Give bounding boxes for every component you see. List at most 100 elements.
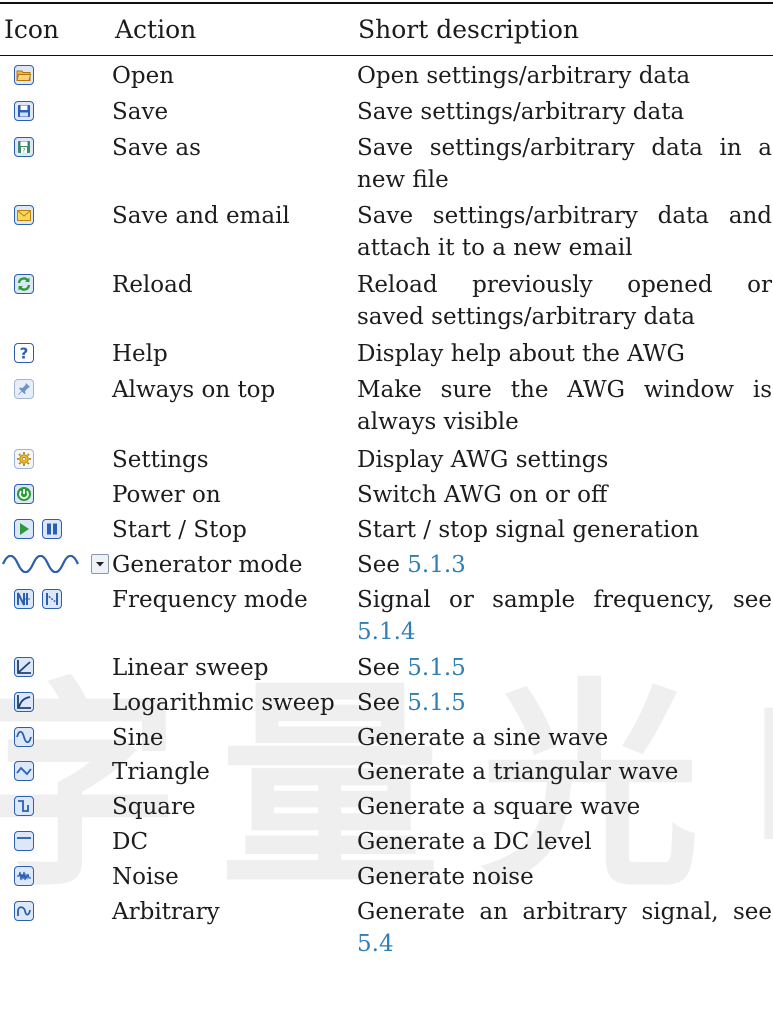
description-line: Make sure the AWG window is xyxy=(357,377,772,403)
action-label: Save as xyxy=(112,135,201,161)
description-line: Signal or sample frequency, see xyxy=(357,587,772,613)
description-line: saved settings/arbitrary data xyxy=(357,303,695,330)
description-line: always visible xyxy=(357,408,519,435)
email-envelope-icon[interactable] xyxy=(14,204,34,226)
description: Switch AWG on or off xyxy=(357,480,772,512)
action-label: Arbitrary xyxy=(112,899,220,925)
table-header-rule xyxy=(0,55,773,56)
description: Start / stop signal generation xyxy=(357,515,772,547)
action-label: Start / Stop xyxy=(112,517,247,543)
description: Signal or sample frequency, see 5.1.4 xyxy=(357,585,772,648)
action-label: Linear sweep xyxy=(112,655,269,681)
document-page: 字量光电 Icon Action Short description Open … xyxy=(0,0,773,1019)
action-label: Settings xyxy=(112,447,209,473)
folder-open-icon[interactable] xyxy=(14,64,34,86)
description-line: Display AWG settings xyxy=(357,447,609,473)
description-line: See xyxy=(357,655,408,681)
table-top-rule xyxy=(0,2,773,4)
description-line: Generate a triangular wave xyxy=(357,759,679,785)
description: Open settings/arbitrary data xyxy=(357,61,772,93)
description: Reload previously opened or saved settin… xyxy=(357,270,772,333)
svg-text:?: ? xyxy=(20,345,29,361)
action-label: Generator mode xyxy=(112,552,303,578)
description-line: Switch AWG on or off xyxy=(357,482,608,508)
description: Save settings/arbitrary data and attach … xyxy=(357,201,772,264)
power-icon[interactable] xyxy=(14,483,34,505)
description: Make sure the AWG window is always visib… xyxy=(357,375,772,438)
action-label: Save and email xyxy=(112,203,290,229)
action-label: Help xyxy=(112,341,168,367)
description-line: Generate noise xyxy=(357,864,534,890)
pause-icon[interactable] xyxy=(42,519,62,539)
description-line: Reload previously opened or xyxy=(357,272,772,298)
description: See 5.1.3 xyxy=(357,550,772,582)
description-line: Open settings/arbitrary data xyxy=(357,63,691,89)
description-line: new file xyxy=(357,166,449,193)
header-icon: Icon xyxy=(4,15,60,44)
generator-mode-dropdown-icon[interactable] xyxy=(2,553,109,575)
description-line: Generate a sine wave xyxy=(357,725,609,751)
gear-settings-icon[interactable] xyxy=(14,448,34,470)
description-line: Display help about the AWG xyxy=(357,341,685,367)
linear-sweep-icon[interactable] xyxy=(14,656,34,678)
chevron-down-icon[interactable] xyxy=(91,554,109,574)
dc-level-icon[interactable] xyxy=(14,830,34,852)
description: Save settings/arbitrary data xyxy=(357,97,772,129)
save-as-disk-icon[interactable]: ? xyxy=(14,136,34,158)
log-sweep-icon[interactable] xyxy=(14,691,34,713)
section-link[interactable]: 5.1.5 xyxy=(407,690,466,716)
triangle-wave-icon[interactable] xyxy=(14,760,34,782)
action-label: Save xyxy=(112,99,169,125)
description-line: Save settings/arbitrary data and xyxy=(357,203,772,229)
section-link[interactable]: 5.1.4 xyxy=(357,617,772,649)
svg-text:?: ? xyxy=(22,147,25,154)
description: Generate an arbitrary signal, see 5.4 xyxy=(357,897,772,960)
description: Generate a triangular wave xyxy=(357,757,772,789)
description-line: Start / stop signal generation xyxy=(357,517,700,543)
description-line: See xyxy=(357,552,408,578)
action-label: Frequency mode xyxy=(112,587,308,613)
reload-arrows-icon[interactable] xyxy=(14,273,34,295)
description-line: attach it to a new email xyxy=(357,234,633,261)
signal-frequency-icon[interactable] xyxy=(14,589,34,609)
description: See 5.1.5 xyxy=(357,688,772,720)
section-link[interactable]: 5.4 xyxy=(357,929,772,961)
noise-icon[interactable] xyxy=(14,865,34,887)
square-wave-icon[interactable] xyxy=(14,795,34,817)
description-line: Generate an arbitrary signal, see xyxy=(357,899,772,925)
description-line: Save settings/arbitrary data xyxy=(357,99,685,125)
play-pause-icon[interactable] xyxy=(14,518,62,540)
description-line: Generate a DC level xyxy=(357,829,592,855)
action-label: Open xyxy=(112,63,175,89)
frequency-mode-icon[interactable] xyxy=(14,588,62,610)
description: Display AWG settings xyxy=(357,445,772,477)
section-link[interactable]: 5.1.5 xyxy=(407,655,466,681)
help-question-icon[interactable]: ? xyxy=(14,342,34,364)
arbitrary-wave-icon[interactable] xyxy=(14,900,34,922)
description: See 5.1.5 xyxy=(357,653,772,685)
action-label: Square xyxy=(112,794,196,820)
action-label: Logarithmic sweep xyxy=(112,690,335,716)
header-description: Short description xyxy=(358,15,579,44)
description: Generate a DC level xyxy=(357,827,772,859)
section-link[interactable]: 5.1.3 xyxy=(407,552,466,578)
description: Generate noise xyxy=(357,862,772,894)
description-line: Generate a square wave xyxy=(357,794,641,820)
description: Display help about the AWG xyxy=(357,339,772,371)
description: Generate a sine wave xyxy=(357,723,772,755)
action-label: Triangle xyxy=(112,759,210,785)
action-label: Noise xyxy=(112,864,179,890)
header-action: Action xyxy=(115,15,197,44)
description: Generate a square wave xyxy=(357,792,772,824)
save-disk-icon[interactable] xyxy=(14,100,34,122)
action-label: Sine xyxy=(112,725,164,751)
description-line: See xyxy=(357,690,408,716)
action-label: Power on xyxy=(112,482,221,508)
description-line: Save settings/arbitrary data in a xyxy=(357,135,772,161)
pin-always-on-top-icon[interactable] xyxy=(14,378,34,400)
play-icon[interactable] xyxy=(14,519,34,539)
action-label: Always on top xyxy=(112,377,276,403)
sine-waveform-icon xyxy=(2,555,80,573)
sine-wave-icon[interactable] xyxy=(14,726,34,748)
sample-frequency-icon[interactable] xyxy=(42,589,62,609)
